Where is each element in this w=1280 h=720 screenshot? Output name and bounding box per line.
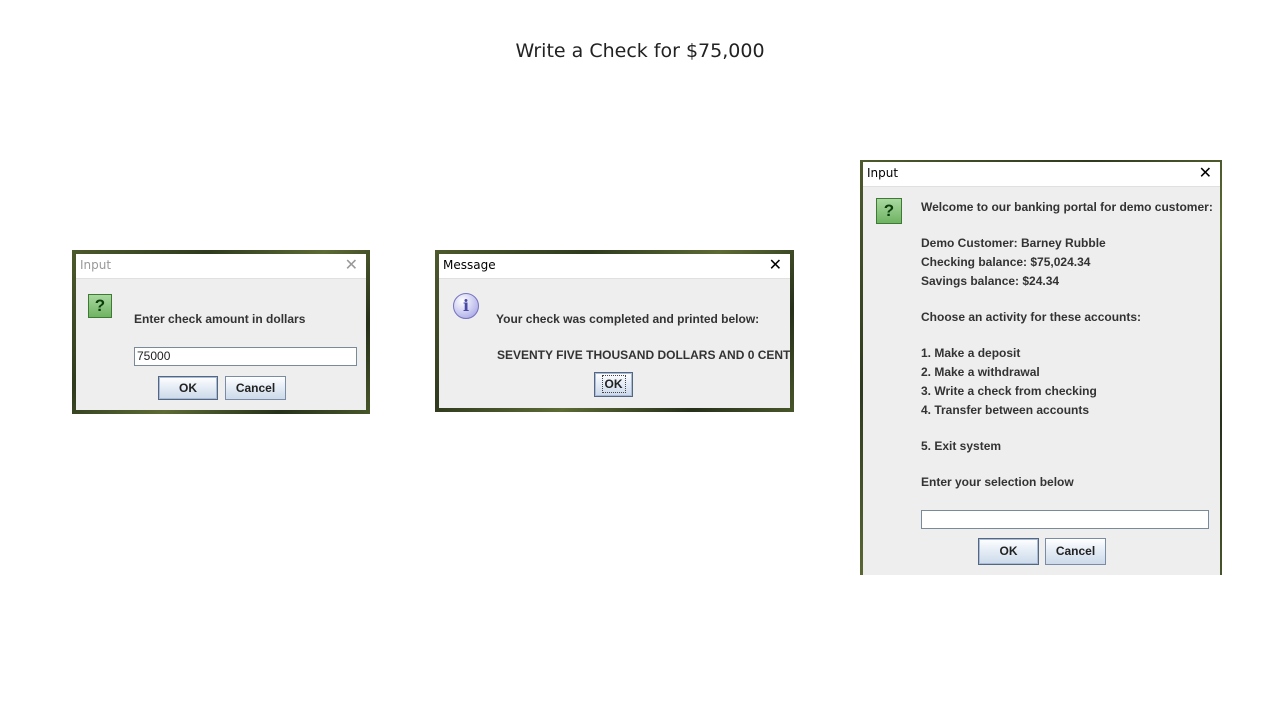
question-icon: ?: [88, 294, 112, 318]
cancel-button[interactable]: Cancel: [1045, 538, 1106, 565]
close-icon[interactable]: ✕: [1199, 165, 1212, 181]
menu-option-exit: 5. Exit system: [921, 439, 1002, 453]
selection-input[interactable]: [921, 510, 1209, 529]
message-line-2: SEVENTY FIVE THOUSAND DOLLARS AND 0 CENT…: [497, 348, 790, 362]
amount-dialog: Input ✕ ? Enter check amount in dollars …: [76, 254, 366, 410]
message-line-1: Your check was completed and printed bel…: [496, 312, 760, 326]
info-icon: i: [453, 293, 479, 319]
menu-option: 2. Make a withdrawal: [921, 365, 1040, 379]
choose-text: Choose an activity for these accounts:: [921, 310, 1142, 324]
close-icon[interactable]: ✕: [769, 257, 782, 273]
message-dialog-title: Message: [443, 258, 496, 272]
ok-button[interactable]: OK: [158, 376, 218, 400]
message-dialog: Message ✕ i Your check was completed and…: [439, 254, 790, 408]
menu-option: 1. Make a deposit: [921, 346, 1021, 360]
menu-option: 4. Transfer between accounts: [921, 403, 1090, 417]
ok-button-label: OK: [601, 375, 626, 393]
close-icon[interactable]: ✕: [345, 257, 358, 273]
welcome-text: Welcome to our banking portal for demo c…: [921, 200, 1213, 214]
ok-button[interactable]: OK: [978, 538, 1039, 565]
amount-prompt: Enter check amount in dollars: [134, 312, 306, 326]
amount-dialog-titlebar[interactable]: Input ✕: [76, 254, 366, 279]
menu-dialog-titlebar[interactable]: Input ✕: [863, 162, 1220, 187]
savings-balance: Savings balance: $24.34: [921, 274, 1060, 288]
message-dialog-titlebar[interactable]: Message ✕: [439, 254, 790, 279]
menu-dialog-frame: Input ✕ ? Welcome to our banking portal …: [860, 160, 1222, 575]
menu-option: 3. Write a check from checking: [921, 384, 1097, 398]
menu-dialog: Input ✕ ? Welcome to our banking portal …: [863, 162, 1220, 575]
cancel-button[interactable]: Cancel: [225, 376, 286, 400]
amount-input[interactable]: 75000: [134, 347, 357, 366]
menu-dialog-title: Input: [867, 166, 899, 180]
ok-button[interactable]: OK: [594, 372, 633, 397]
question-icon: ?: [876, 198, 902, 224]
customer-name: Demo Customer: Barney Rubble: [921, 236, 1106, 250]
enter-selection-text: Enter your selection below: [921, 475, 1074, 489]
amount-dialog-title: Input: [80, 258, 112, 272]
checking-balance: Checking balance: $75,024.34: [921, 255, 1091, 269]
slide-title: Write a Check for $75,000: [515, 40, 765, 62]
message-dialog-frame: Message ✕ i Your check was completed and…: [435, 250, 794, 412]
amount-dialog-frame: Input ✕ ? Enter check amount in dollars …: [72, 250, 370, 414]
